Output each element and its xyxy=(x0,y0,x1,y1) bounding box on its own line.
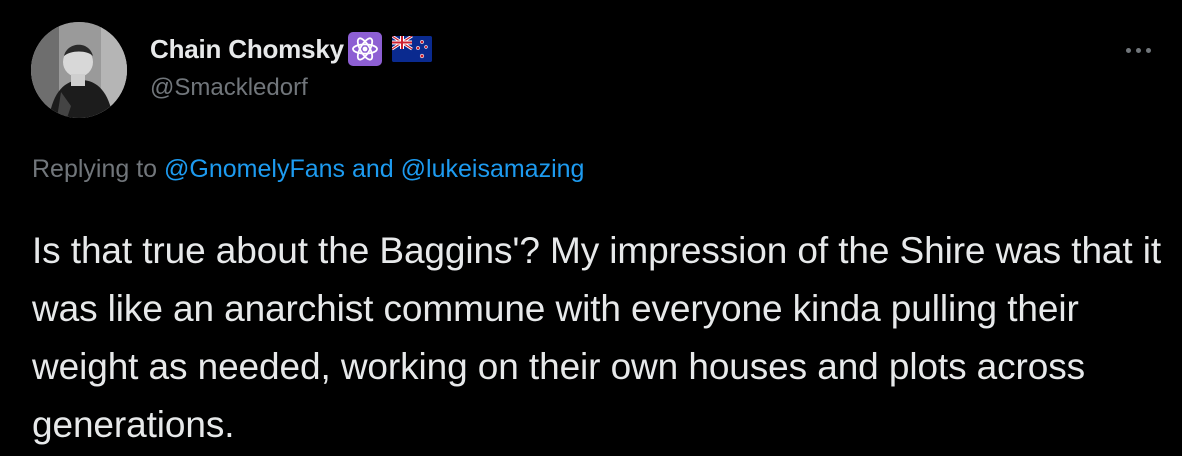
more-dot xyxy=(1125,47,1131,53)
name-row: Chain Chomsky xyxy=(150,30,432,68)
more-dot xyxy=(1145,47,1151,53)
tweet: Chain Chomsky @Smackledorf Replying to @… xyxy=(0,0,1182,456)
mention-link-1[interactable]: @GnomelyFans xyxy=(164,155,345,183)
more-dot xyxy=(1135,47,1141,53)
display-name[interactable]: Chain Chomsky xyxy=(150,34,344,65)
replying-to-label: Replying to xyxy=(32,155,158,183)
replying-to: Replying to @GnomelyFans and @lukeisamaz… xyxy=(32,155,584,184)
avatar[interactable] xyxy=(31,22,127,118)
mention-conjunction[interactable]: and xyxy=(352,155,394,183)
mention-link-2[interactable]: @lukeisamazing xyxy=(401,155,585,183)
more-options-icon[interactable] xyxy=(1118,40,1158,60)
user-info: Chain Chomsky @Smackledorf xyxy=(150,30,432,102)
user-handle[interactable]: @Smackledorf xyxy=(150,74,432,102)
atom-emoji-icon xyxy=(347,32,382,66)
tweet-text: Is that true about the Baggins'? My impr… xyxy=(32,230,1162,445)
new-zealand-flag-icon xyxy=(391,36,432,62)
